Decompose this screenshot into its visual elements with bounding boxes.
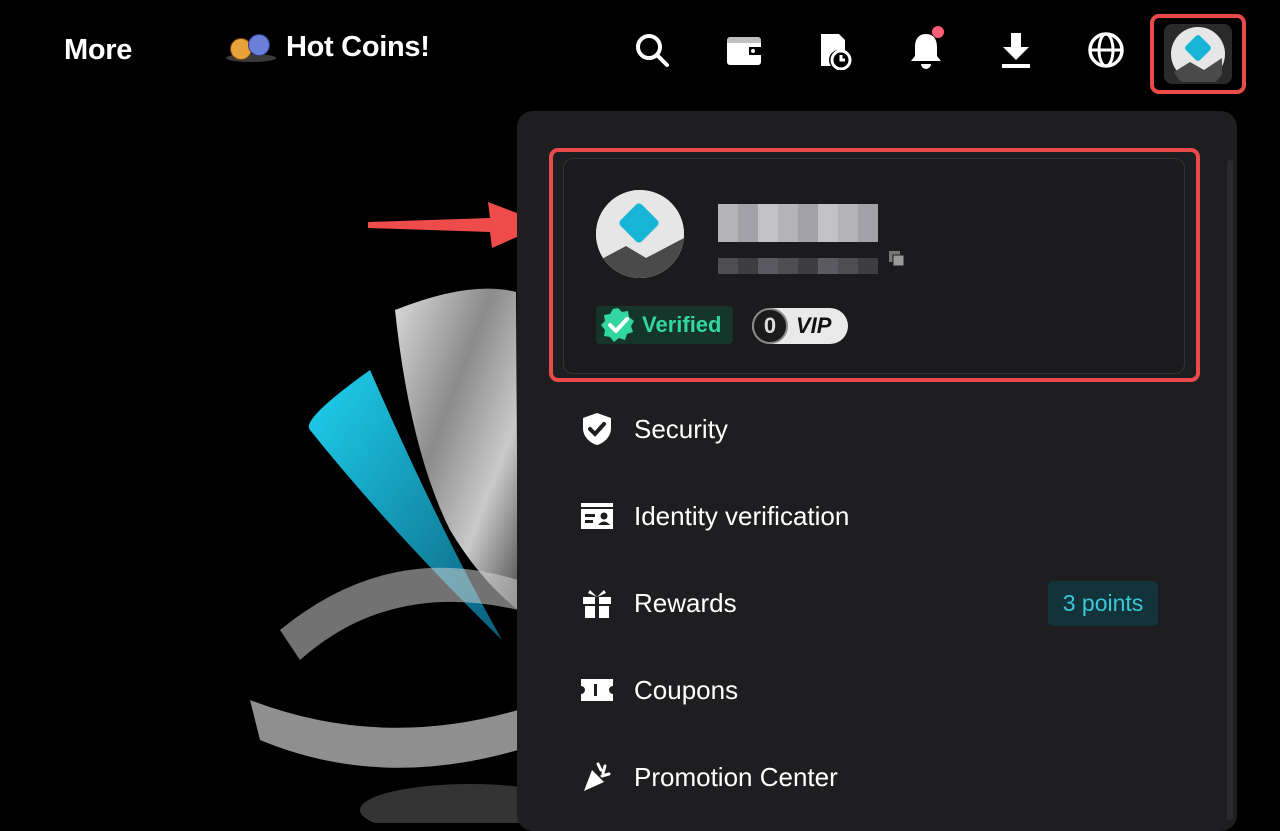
blurred-uid: [718, 258, 878, 274]
vip-badge[interactable]: 0 VIP: [752, 308, 848, 344]
gift-icon: [580, 586, 614, 620]
avatar-icon: [1171, 27, 1225, 82]
menu-item-label: Promotion Center: [634, 761, 838, 792]
menu-item-label: Security: [634, 413, 728, 444]
hot-coins-label: Hot Coins!: [286, 30, 430, 63]
menu-item-label: Rewards: [634, 587, 737, 618]
bell-icon[interactable]: [906, 26, 946, 70]
globe-icon[interactable]: [1086, 30, 1126, 70]
menu-item-coupons[interactable]: Coupons: [580, 670, 738, 710]
trophy-decoration: [250, 288, 530, 823]
menu-item-security[interactable]: Security: [580, 409, 728, 449]
vip-level: 0: [752, 308, 788, 344]
verified-badge: Verified: [596, 306, 734, 344]
search-icon[interactable]: [632, 30, 672, 70]
rewards-points-badge: 3 points: [1048, 581, 1158, 626]
menu-item-rewards[interactable]: Rewards: [580, 583, 737, 623]
ticket-icon: [580, 673, 614, 707]
copy-icon[interactable]: [888, 250, 906, 268]
hot-coins-link[interactable]: Hot Coins!: [226, 30, 430, 64]
id-card-icon: [580, 499, 614, 533]
wallet-icon[interactable]: [724, 30, 764, 70]
download-icon[interactable]: [996, 30, 1036, 70]
blurred-username: [718, 204, 878, 242]
menu-item-promotion-center[interactable]: Promotion Center: [580, 757, 838, 797]
nav-more-link[interactable]: More: [64, 34, 132, 67]
profile-avatar: [596, 190, 684, 278]
notification-dot: [932, 26, 944, 38]
order-history-icon[interactable]: [814, 30, 854, 70]
shield-check-icon: [580, 412, 614, 446]
account-avatar-button[interactable]: [1150, 14, 1246, 94]
menu-item-label: Identity verification: [634, 500, 850, 531]
menu-item-identity-verification[interactable]: Identity verification: [580, 496, 849, 536]
verified-check-icon: [601, 308, 634, 342]
verified-label: Verified: [642, 312, 722, 337]
vip-label: VIP: [796, 313, 832, 338]
dropdown-scrollbar[interactable]: [1227, 160, 1233, 820]
menu-item-label: Coupons: [634, 674, 739, 705]
party-popper-icon: [580, 760, 614, 794]
coins-icon: [226, 30, 278, 64]
